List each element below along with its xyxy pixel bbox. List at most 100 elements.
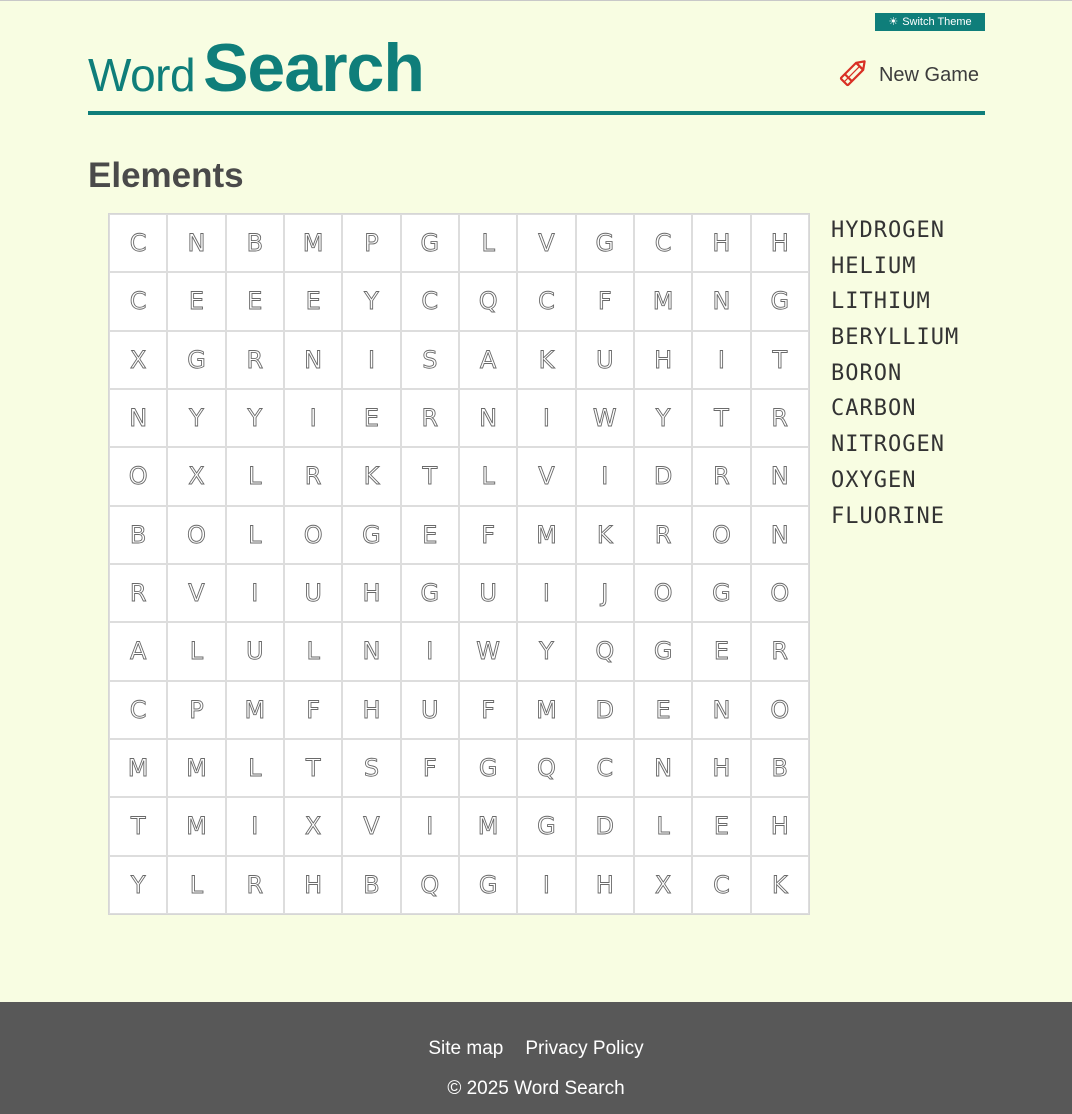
grid-cell[interactable]: M [633,272,693,331]
grid-cell[interactable]: T [750,330,809,389]
grid-cell[interactable]: L [225,738,284,798]
grid-cell[interactable]: H [633,330,693,389]
grid-cell[interactable]: E [283,272,343,331]
grid-cell[interactable]: M [225,680,284,739]
grid-cell[interactable]: K [575,505,634,564]
grid-cell[interactable]: I [575,447,634,506]
grid-cell[interactable]: T [109,797,168,856]
grid-cell[interactable]: H [575,855,634,914]
grid-cell[interactable]: Y [517,622,576,681]
grid-cell[interactable]: H [750,797,809,856]
grid-cell[interactable]: L [283,622,343,681]
grid-cell[interactable]: L [225,505,284,564]
grid-cell[interactable]: T [283,738,343,798]
grid-cell[interactable]: N [283,330,343,389]
grid-cell[interactable]: B [225,214,284,273]
grid-cell[interactable]: E [692,797,751,856]
grid-cell[interactable]: W [575,388,634,448]
grid-cell[interactable]: Q [517,738,576,798]
grid-cell[interactable]: N [633,738,693,798]
grid-cell[interactable]: Y [342,272,401,331]
grid-cell[interactable]: D [633,447,693,506]
grid-cell[interactable]: I [225,563,284,623]
grid-cell[interactable]: C [692,855,751,914]
grid-cell[interactable]: R [225,855,284,914]
grid-cell[interactable]: I [400,797,459,856]
grid-cell[interactable]: N [692,680,751,739]
grid-cell[interactable]: M [167,738,226,798]
grid-cell[interactable]: N [109,388,168,448]
grid-cell[interactable]: Q [400,855,459,914]
grid-cell[interactable]: C [109,214,168,273]
grid-cell[interactable]: Q [458,272,518,331]
grid-cell[interactable]: V [517,214,576,273]
grid-cell[interactable]: F [458,680,518,739]
grid-cell[interactable]: R [692,447,751,506]
grid-cell[interactable]: Y [109,855,168,914]
grid-cell[interactable]: M [517,505,576,564]
grid-cell[interactable]: U [225,622,284,681]
grid-cell[interactable]: H [342,680,401,739]
grid-cell[interactable]: N [750,447,809,506]
grid-cell[interactable]: U [458,563,518,623]
grid-cell[interactable]: G [692,563,751,623]
grid-cell[interactable]: C [517,272,576,331]
grid-cell[interactable]: M [109,738,168,798]
grid-cell[interactable]: M [517,680,576,739]
grid-cell[interactable]: R [750,622,809,681]
grid-cell[interactable]: F [283,680,343,739]
grid-cell[interactable]: K [750,855,809,914]
grid-cell[interactable]: I [225,797,284,856]
grid-cell[interactable]: N [692,272,751,331]
grid-cell[interactable]: R [109,563,168,623]
grid-cell[interactable]: B [750,738,809,798]
grid-cell[interactable]: A [458,330,518,389]
grid-cell[interactable]: C [109,272,168,331]
grid-cell[interactable]: T [400,447,459,506]
grid-cell[interactable]: L [167,855,226,914]
grid-cell[interactable]: X [633,855,693,914]
grid-cell[interactable]: R [283,447,343,506]
grid-cell[interactable]: R [400,388,459,448]
grid-cell[interactable]: C [109,680,168,739]
grid-cell[interactable]: A [109,622,168,681]
grid-cell[interactable]: H [692,738,751,798]
grid-cell[interactable]: R [750,388,809,448]
grid-cell[interactable]: I [400,622,459,681]
grid-cell[interactable]: X [167,447,226,506]
grid-cell[interactable]: O [109,447,168,506]
grid-cell[interactable]: N [342,622,401,681]
grid-cell[interactable]: I [342,330,401,389]
grid-cell[interactable]: L [458,214,518,273]
grid-cell[interactable]: N [750,505,809,564]
grid-cell[interactable]: G [458,738,518,798]
grid-cell[interactable]: K [342,447,401,506]
grid-cell[interactable]: C [575,738,634,798]
grid-cell[interactable]: V [517,447,576,506]
grid-cell[interactable]: L [458,447,518,506]
grid-cell[interactable]: V [342,797,401,856]
grid-cell[interactable]: P [342,214,401,273]
new-game-button[interactable]: New Game [837,55,979,95]
grid-cell[interactable]: W [458,622,518,681]
grid-cell[interactable]: O [750,563,809,623]
grid-cell[interactable]: G [400,214,459,273]
grid-cell[interactable]: B [342,855,401,914]
grid-cell[interactable]: L [167,622,226,681]
grid-cell[interactable]: M [283,214,343,273]
grid-cell[interactable]: D [575,797,634,856]
grid-cell[interactable]: F [575,272,634,331]
grid-cell[interactable]: G [517,797,576,856]
grid-cell[interactable]: G [575,214,634,273]
grid-cell[interactable]: Q [575,622,634,681]
grid-cell[interactable]: K [517,330,576,389]
grid-cell[interactable]: G [750,272,809,331]
grid-cell[interactable]: L [225,447,284,506]
grid-cell[interactable]: G [342,505,401,564]
grid-cell[interactable]: B [109,505,168,564]
grid-cell[interactable]: O [750,680,809,739]
grid-cell[interactable]: G [400,563,459,623]
grid-cell[interactable]: G [633,622,693,681]
grid-cell[interactable]: H [750,214,809,273]
grid-cell[interactable]: I [283,388,343,448]
